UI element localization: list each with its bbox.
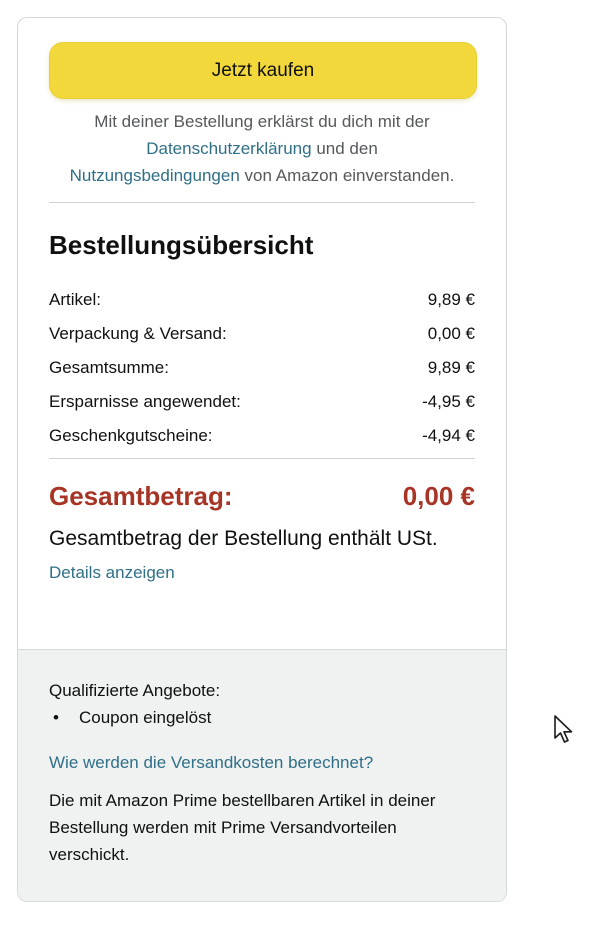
legal-and: und den: [316, 139, 378, 158]
summary-row-value: 0,00 €: [427, 324, 475, 343]
order-summary-title: Bestellungsübersicht: [49, 230, 314, 260]
summary-row-label: Artikel:: [49, 290, 101, 309]
legal-prefix: Mit deiner Bestellung erklärst du dich m…: [94, 112, 430, 131]
terms-of-use-link[interactable]: Nutzungsbedingungen: [70, 166, 240, 185]
vat-notice: Gesamtbetrag der Bestellung enthält USt.…: [49, 522, 475, 589]
order-total: Gesamtbetrag: 0,00 €: [49, 481, 475, 512]
buy-now-button[interactable]: Jetzt kaufen: [49, 42, 477, 99]
qualified-offers-title: Qualifizierte Angebote:: [49, 681, 221, 700]
list-item: Coupon eingelöst: [53, 704, 475, 731]
summary-row-label: Verpackung & Versand:: [49, 324, 227, 343]
summary-row-subtotal: Gesamtsumme: 9,89 €: [49, 351, 475, 385]
vat-text: Gesamtbetrag der Bestellung enthält USt.: [49, 527, 438, 550]
summary-row-value: -4,94 €: [422, 426, 475, 445]
prime-shipping-text: Die mit Amazon Prime bestellbaren Artike…: [49, 791, 436, 864]
summary-row-label: Gesamtsumme:: [49, 358, 169, 377]
details-link[interactable]: Details anzeigen: [49, 563, 175, 582]
divider: [49, 202, 475, 203]
order-total-value: 0,00 €: [402, 481, 475, 511]
shipping-costs-link[interactable]: Wie werden die Versandkosten berechnet?: [49, 753, 475, 773]
order-total-label: Gesamtbetrag:: [49, 481, 233, 511]
summary-row-label: Geschenkgutscheine:: [49, 426, 213, 445]
order-summary-top: Jetzt kaufen Mit deiner Bestellung erklä…: [18, 18, 506, 589]
summary-row-items: Artikel: 9,89 €: [49, 283, 475, 317]
summary-row-value: 9,89 €: [427, 358, 475, 377]
summary-row-value: -4,95 €: [422, 392, 475, 411]
divider: [49, 458, 475, 459]
summary-row-gift-cards: Geschenkgutscheine: -4,94 €: [49, 419, 475, 453]
summary-row-value: 9,89 €: [427, 290, 475, 309]
summary-row-shipping: Verpackung & Versand: 0,00 €: [49, 317, 475, 351]
summary-row-label: Ersparnisse angewendet:: [49, 392, 241, 411]
legal-suffix: von Amazon einverstanden.: [244, 166, 455, 185]
privacy-policy-link[interactable]: Datenschutzerklärung: [146, 139, 311, 158]
legal-notice: Mit deiner Bestellung erklärst du dich m…: [49, 108, 475, 189]
order-summary-card: Jetzt kaufen Mit deiner Bestellung erklä…: [17, 17, 507, 902]
summary-row-savings: Ersparnisse angewendet: -4,95 €: [49, 385, 475, 419]
offers-panel: Qualifizierte Angebote: Coupon eingelöst…: [18, 649, 506, 901]
qualified-offers-list: Coupon eingelöst: [49, 704, 475, 731]
summary-rows: Artikel: 9,89 € Verpackung & Versand: 0,…: [49, 283, 475, 453]
mouse-pointer-icon: [554, 715, 573, 743]
